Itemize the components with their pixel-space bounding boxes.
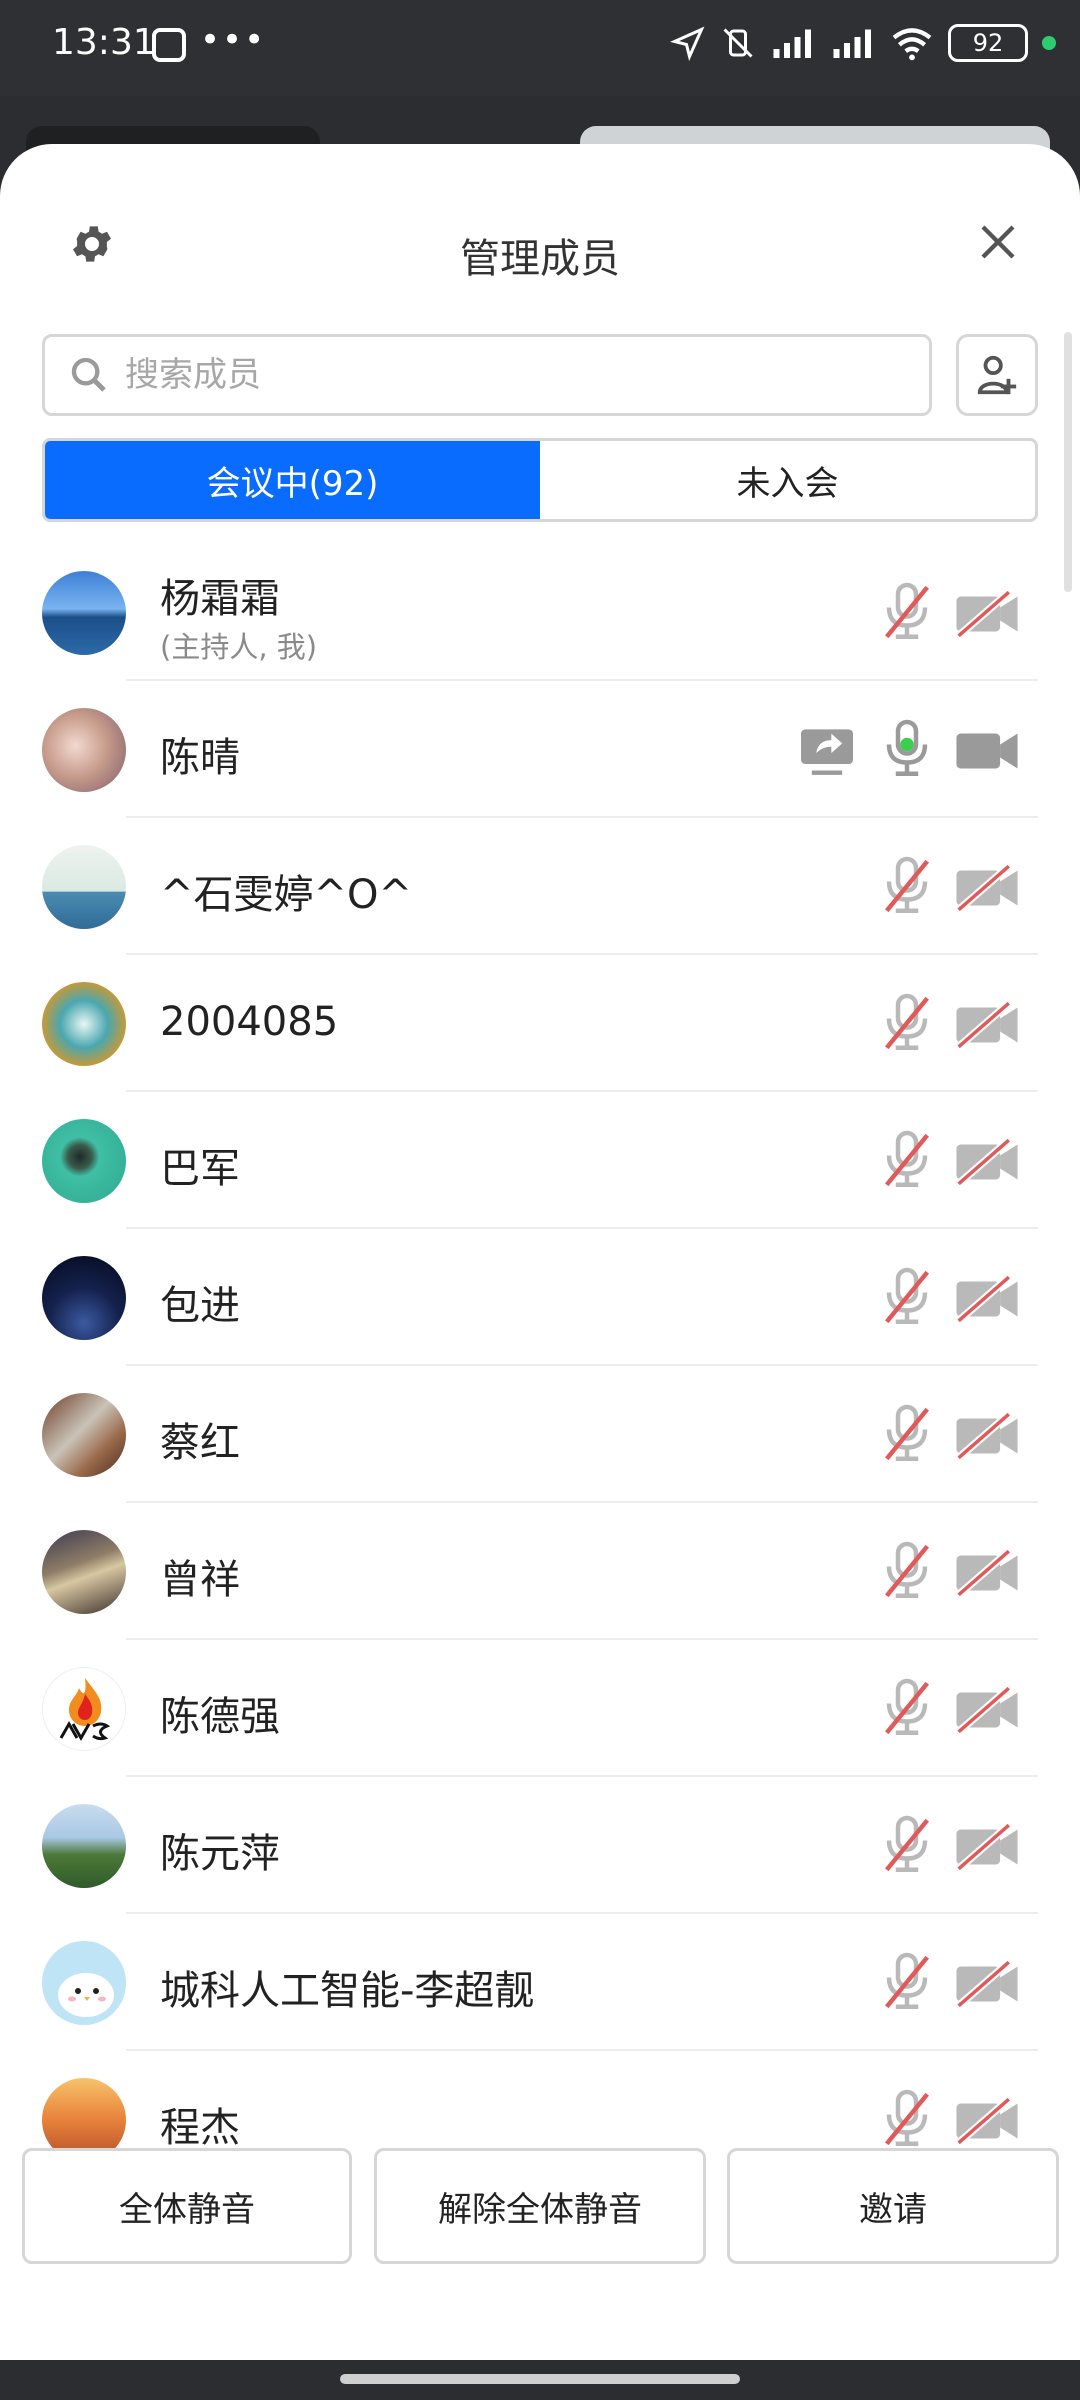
battery-indicator: 92 xyxy=(948,24,1028,62)
member-name: ^石雯婷^O^ xyxy=(160,872,413,918)
member-name: 2004085 xyxy=(160,999,339,1045)
page-title: 管理成员 xyxy=(460,236,620,282)
member-name: 陈晴 xyxy=(160,735,240,781)
camera-off-icon[interactable] xyxy=(954,1138,1020,1186)
camera-off-icon[interactable] xyxy=(954,1686,1020,1734)
signal-hd-2-icon xyxy=(833,29,871,58)
home-indicator[interactable] xyxy=(340,2374,740,2384)
avatar xyxy=(42,1804,126,1888)
add-member-button[interactable] xyxy=(956,334,1038,416)
avatar xyxy=(42,1530,126,1614)
status-bar: 13:31 ••• 92 xyxy=(0,0,1080,96)
more-notifications-icon: ••• xyxy=(200,20,267,60)
location-icon xyxy=(670,26,705,61)
avatar xyxy=(42,1393,126,1477)
camera-off-icon[interactable] xyxy=(954,1001,1020,1049)
avatar xyxy=(42,1119,126,1203)
member-name: 巴军 xyxy=(160,1146,240,1192)
wifi-icon xyxy=(892,28,932,61)
vibrate-off-icon xyxy=(723,28,753,58)
flame-logo-icon xyxy=(59,1678,111,1742)
privacy-indicator-dot xyxy=(1042,36,1056,50)
sheet-header: 管理成员 xyxy=(0,144,1080,304)
member-row[interactable]: 陈元萍 xyxy=(0,1777,1080,1914)
tab-in-meeting[interactable]: 会议中(92) xyxy=(45,441,540,519)
member-name: 杨霜霜 xyxy=(160,576,280,622)
system-nav-bar xyxy=(0,2360,1080,2400)
cartoon-bird-icon xyxy=(58,1973,114,2017)
add-person-icon xyxy=(977,355,1017,395)
member-row[interactable]: 包进 xyxy=(0,1229,1080,1366)
member-row[interactable]: 巴军 xyxy=(0,1092,1080,1229)
mic-muted-icon[interactable] xyxy=(880,580,934,644)
member-name: 包进 xyxy=(160,1283,240,1329)
member-row[interactable]: 陈德强 xyxy=(0,1640,1080,1777)
member-row[interactable]: 陈晴 xyxy=(0,681,1080,818)
search-icon xyxy=(71,357,106,392)
member-row[interactable]: 杨霜霜 (主持人, 我) xyxy=(0,544,1080,681)
member-row[interactable]: 蔡红 xyxy=(0,1366,1080,1503)
mic-muted-icon[interactable] xyxy=(880,2087,934,2151)
avatar xyxy=(42,845,126,929)
mic-muted-icon[interactable] xyxy=(880,1950,934,2014)
mic-muted-icon[interactable] xyxy=(880,1676,934,1740)
camera-off-icon[interactable] xyxy=(954,1412,1020,1460)
camera-off-icon[interactable] xyxy=(954,864,1020,912)
mic-muted-icon[interactable] xyxy=(880,991,934,1055)
member-name: 陈元萍 xyxy=(160,1831,280,1877)
tab-not-joined[interactable]: 未入会 xyxy=(540,441,1035,519)
camera-off-icon[interactable] xyxy=(954,1823,1020,1871)
member-name: 城科人工智能-李超靓 xyxy=(160,1968,535,2014)
close-icon[interactable] xyxy=(978,222,1018,262)
mic-muted-icon[interactable] xyxy=(880,854,934,918)
status-time: 13:31 xyxy=(52,22,156,63)
member-tabs: 会议中(92) 未入会 xyxy=(42,438,1038,522)
footer-actions: 全体静音 解除全体静音 邀请 xyxy=(0,2148,1080,2360)
avatar xyxy=(42,708,126,792)
unmute-all-button[interactable]: 解除全体静音 xyxy=(374,2148,706,2264)
mic-muted-icon[interactable] xyxy=(880,1265,934,1329)
camera-off-icon[interactable] xyxy=(954,2097,1020,2145)
mute-all-button[interactable]: 全体静音 xyxy=(22,2148,352,2264)
mic-muted-icon[interactable] xyxy=(880,1813,934,1877)
manage-members-sheet: 管理成员 会议中(92) 未入会 杨霜霜 (主持人, 我) 陈晴 xyxy=(0,144,1080,2360)
member-list: 杨霜霜 (主持人, 我) 陈晴 ^石雯婷^O^ 2004085 巴军 包进 蔡红… xyxy=(0,544,1080,2256)
status-right: 92 xyxy=(670,24,1056,62)
avatar xyxy=(42,571,126,655)
mic-muted-icon[interactable] xyxy=(880,1402,934,1466)
camera-off-icon[interactable] xyxy=(954,1960,1020,2008)
member-name: 陈德强 xyxy=(160,1694,280,1740)
member-row[interactable]: ^石雯婷^O^ xyxy=(0,818,1080,955)
avatar xyxy=(42,1667,126,1751)
member-name: 程杰 xyxy=(160,2105,240,2151)
member-name: 蔡红 xyxy=(160,1420,240,1466)
avatar xyxy=(42,1256,126,1340)
mic-muted-icon[interactable] xyxy=(880,1539,934,1603)
member-row[interactable]: 城科人工智能-李超靓 xyxy=(0,1914,1080,2051)
avatar xyxy=(42,982,126,1066)
member-name: 曾祥 xyxy=(160,1557,240,1603)
member-row[interactable]: 2004085 xyxy=(0,955,1080,1092)
camera-on-icon[interactable] xyxy=(954,727,1020,775)
invite-button[interactable]: 邀请 xyxy=(727,2148,1059,2264)
signal-hd-1-icon xyxy=(773,29,811,58)
member-role: (主持人, 我) xyxy=(160,630,318,664)
mic-muted-icon[interactable] xyxy=(880,1128,934,1192)
camera-off-icon[interactable] xyxy=(954,1275,1020,1323)
search-bar[interactable] xyxy=(42,334,932,416)
mic-active-icon[interactable] xyxy=(880,717,934,781)
camera-off-icon[interactable] xyxy=(954,1549,1020,1597)
screen-share-icon[interactable] xyxy=(798,725,856,777)
avatar xyxy=(42,1941,126,2025)
camera-off-icon[interactable] xyxy=(954,590,1020,638)
member-row[interactable]: 曾祥 xyxy=(0,1503,1080,1640)
timer-icon xyxy=(152,28,186,62)
search-input[interactable] xyxy=(125,355,885,395)
